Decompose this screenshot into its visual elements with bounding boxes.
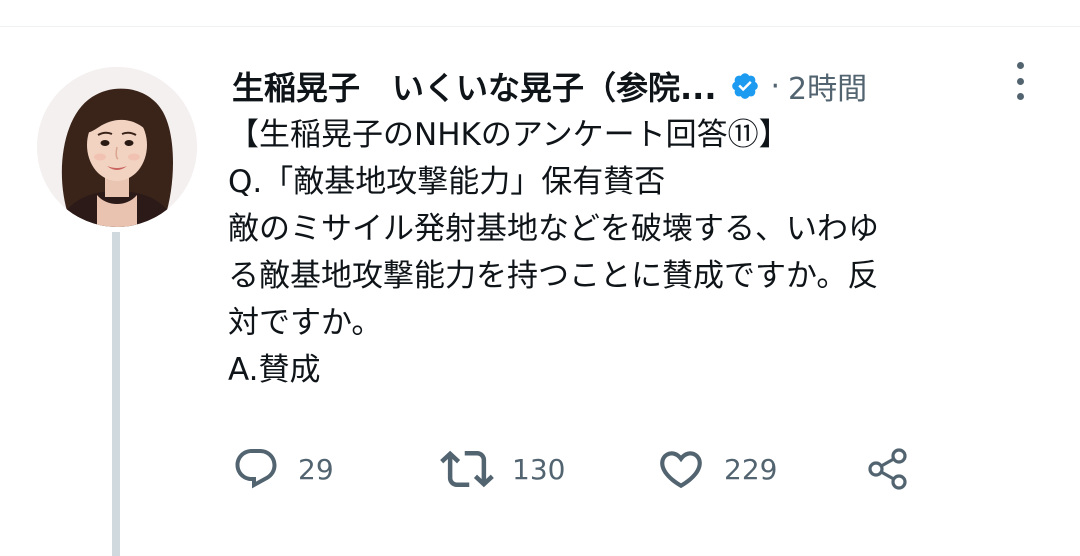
profile-photo-icon (37, 67, 197, 227)
tweet-header: 生稲晃子 いくいな晃子（参院... · 2時間 (232, 62, 867, 110)
timestamp[interactable]: 2時間 (788, 64, 867, 108)
retweet-icon (440, 450, 494, 488)
like-button[interactable]: 229 (656, 444, 777, 494)
share-button[interactable] (864, 444, 912, 494)
more-options-icon[interactable] (1009, 60, 1031, 102)
tweet-text-line: Q.「敵基地攻撃能力」保有賛否 (228, 164, 666, 200)
tweet-text-line: る敵基地攻撃能力を持つことに賛成ですか。反 (228, 258, 879, 294)
display-name[interactable]: 生稲晃子 いくいな晃子（参院... (232, 63, 716, 109)
share-icon (868, 448, 907, 490)
top-divider (0, 26, 1080, 27)
tweet-text: 【生稲晃子のNHKのアンケート回答⑪】 Q.「敵基地攻撃能力」保有賛否 敵のミサ… (228, 112, 1048, 394)
retweet-count: 130 (512, 452, 566, 486)
tweet-text-line: A.賛成 (228, 352, 321, 388)
separator-dot: · (770, 68, 781, 104)
reply-icon (235, 449, 277, 489)
tweet-text-line: 【生稲晃子のNHKのアンケート回答⑪】 (228, 117, 790, 153)
like-icon (660, 451, 702, 489)
retweet-button[interactable]: 130 (440, 444, 565, 494)
reply-count: 29 (298, 452, 334, 486)
avatar[interactable] (37, 67, 197, 227)
action-bar: 29 130 229 (232, 444, 932, 494)
thread-line (112, 232, 120, 556)
reply-button[interactable]: 29 (232, 444, 334, 494)
tweet-text-line: 対ですか。 (228, 305, 383, 341)
tweet-detail: 生稲晃子 いくいな晃子（参院... · 2時間 【生稲晃子のNHKのアンケート回… (0, 0, 1080, 556)
like-count: 229 (724, 452, 778, 486)
verified-badge-icon (730, 71, 760, 101)
tweet-text-line: 敵のミサイル発射基地などを破壊する、いわゆ (228, 211, 879, 247)
